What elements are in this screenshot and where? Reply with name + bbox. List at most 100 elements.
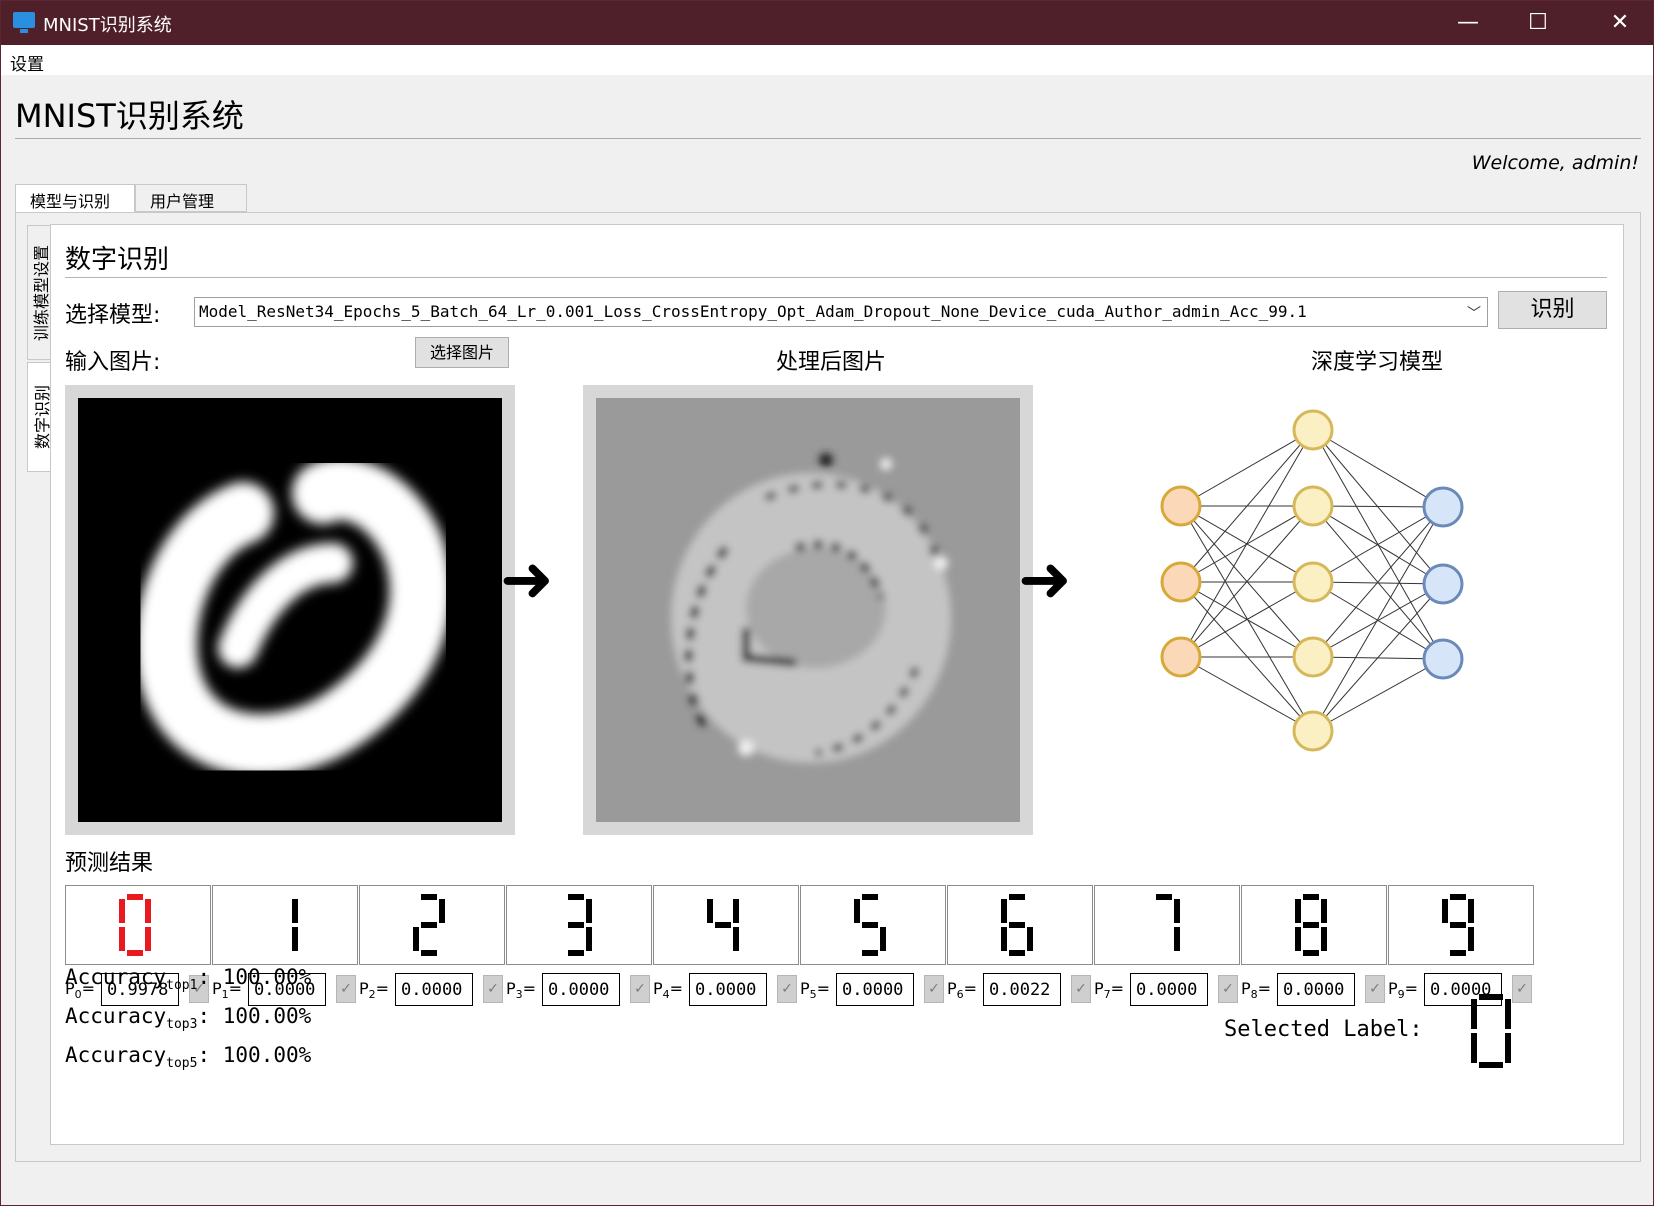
segment-b xyxy=(1468,899,1474,923)
menu-settings[interactable]: 设置 xyxy=(10,50,44,75)
probability-value: 0.0000 xyxy=(1130,973,1208,1006)
accuracy-value: 100.00% xyxy=(222,965,312,989)
probability-value: 0.0000 xyxy=(542,973,620,1006)
seven-segment-digit xyxy=(292,899,298,951)
accuracy-sub: top3 xyxy=(166,1017,198,1033)
probability-label: P2= xyxy=(359,979,390,1002)
segment-c xyxy=(1174,927,1180,951)
neural-network-icon xyxy=(1160,409,1464,752)
probability-symbol: P xyxy=(1388,979,1398,998)
probability-index: 4 xyxy=(662,988,670,1002)
probability-symbol: P xyxy=(359,979,369,998)
check-icon[interactable]: ✓ xyxy=(1218,975,1238,1003)
probability-symbol: P xyxy=(947,979,957,998)
segment-g xyxy=(1303,922,1319,928)
digit-display-5 xyxy=(800,885,946,965)
probability-index: 2 xyxy=(368,988,376,1002)
vtab-digit-recognition-label: 数字识别 xyxy=(32,384,52,450)
segment-c xyxy=(586,927,592,951)
accuracy-top5: Accuracytop5: 100.00% xyxy=(65,1043,312,1072)
check-icon[interactable]: ✓ xyxy=(483,975,503,1003)
segment-d xyxy=(862,950,878,956)
segment-a xyxy=(1303,894,1319,900)
segment-b xyxy=(586,899,592,923)
probability-index: 5 xyxy=(809,988,817,1002)
minimize-button[interactable]: — xyxy=(1433,1,1503,45)
segment-c xyxy=(1027,927,1033,951)
probability-row: P5= 0.0000 ✓ xyxy=(800,971,946,1007)
processed-image-label: 处理后图片 xyxy=(776,350,887,375)
probability-symbol: P xyxy=(800,979,810,998)
seven-segment-digit xyxy=(854,894,886,956)
accuracy-label: Accuracy xyxy=(65,965,167,989)
probability-symbol: P xyxy=(653,979,663,998)
model-graphic-label: 深度学习模型 xyxy=(1311,350,1444,375)
maximize-button[interactable]: ☐ xyxy=(1503,1,1573,45)
digit-display-9 xyxy=(1388,885,1534,965)
segment-f xyxy=(1001,899,1007,923)
model-select-value: Model_ResNet34_Epochs_5_Batch_64_Lr_0.00… xyxy=(199,302,1307,321)
probability-label: P5= xyxy=(800,979,831,1002)
probability-row: P8= 0.0000 ✓ xyxy=(1241,971,1387,1007)
input-image-label: 输入图片: xyxy=(65,350,161,375)
check-icon[interactable]: ✓ xyxy=(1365,975,1385,1003)
segment-d xyxy=(1009,950,1025,956)
check-icon[interactable]: ✓ xyxy=(336,975,356,1003)
segment-f xyxy=(854,899,860,923)
segment-d xyxy=(1303,950,1319,956)
results-label: 预测结果 xyxy=(65,851,154,876)
probability-index: 8 xyxy=(1250,988,1258,1002)
probability-symbol: P xyxy=(506,979,516,998)
model-label: 选择模型: xyxy=(65,303,161,328)
probability-label: P6= xyxy=(947,979,978,1002)
segment-e xyxy=(119,927,125,951)
digit-display-6 xyxy=(947,885,1093,965)
segment-d xyxy=(1450,950,1466,956)
segment-a xyxy=(862,894,878,900)
accuracy-label: Accuracy xyxy=(65,1004,167,1028)
selected-digit-display xyxy=(1471,994,1511,1068)
input-image-frame xyxy=(65,385,515,835)
check-icon[interactable]: ✓ xyxy=(630,975,650,1003)
vtab-train-settings-label: 训练模型设置 xyxy=(32,244,52,341)
probability-value: 0.0000 xyxy=(1277,973,1355,1006)
seven-segment-digit xyxy=(413,894,445,956)
check-icon[interactable]: ✓ xyxy=(1071,975,1091,1003)
close-button[interactable]: ✕ xyxy=(1585,1,1654,45)
accuracy-sub: top1 xyxy=(166,978,198,994)
tab-user-management[interactable]: 用户管理 xyxy=(135,184,247,212)
segment-c xyxy=(1505,1033,1511,1063)
check-icon[interactable]: ✓ xyxy=(924,975,944,1003)
segment-f xyxy=(1442,899,1448,923)
section-title: 数字识别 xyxy=(65,245,170,275)
segment-b xyxy=(145,899,151,923)
segment-g xyxy=(862,922,878,928)
section-divider xyxy=(65,277,1607,278)
probability-label: P4= xyxy=(653,979,684,1002)
tab-model-recognition[interactable]: 模型与识别 xyxy=(15,184,135,214)
choose-image-button[interactable]: 选择图片 xyxy=(415,337,509,368)
probability-value: 0.0000 xyxy=(395,973,473,1006)
probability-label: P9= xyxy=(1388,979,1419,1002)
segment-e xyxy=(1471,1033,1477,1063)
segment-g xyxy=(421,922,437,928)
segment-d xyxy=(568,950,584,956)
window-title: MNIST识别系统 xyxy=(43,15,172,36)
digit-display-3 xyxy=(506,885,652,965)
probability-symbol: P xyxy=(1241,979,1251,998)
accuracy-sub: top5 xyxy=(166,1056,198,1072)
segment-f xyxy=(119,899,125,923)
input-digit-image xyxy=(78,398,502,822)
probability-row: P7= 0.0000 ✓ xyxy=(1094,971,1240,1007)
model-select[interactable]: Model_ResNet34_Epochs_5_Batch_64_Lr_0.00… xyxy=(194,297,1488,327)
segment-d xyxy=(1479,1062,1503,1068)
arrow-right-icon: ➜ xyxy=(500,543,554,617)
probability-value: 0.0022 xyxy=(983,973,1061,1006)
chevron-down-icon: ﹀ xyxy=(1467,306,1481,322)
digit-display-4 xyxy=(653,885,799,965)
segment-g xyxy=(715,922,731,928)
segment-e xyxy=(413,927,419,951)
check-icon[interactable]: ✓ xyxy=(777,975,797,1003)
recognize-button[interactable]: 识别 xyxy=(1498,291,1607,329)
heading-divider xyxy=(15,138,1641,139)
